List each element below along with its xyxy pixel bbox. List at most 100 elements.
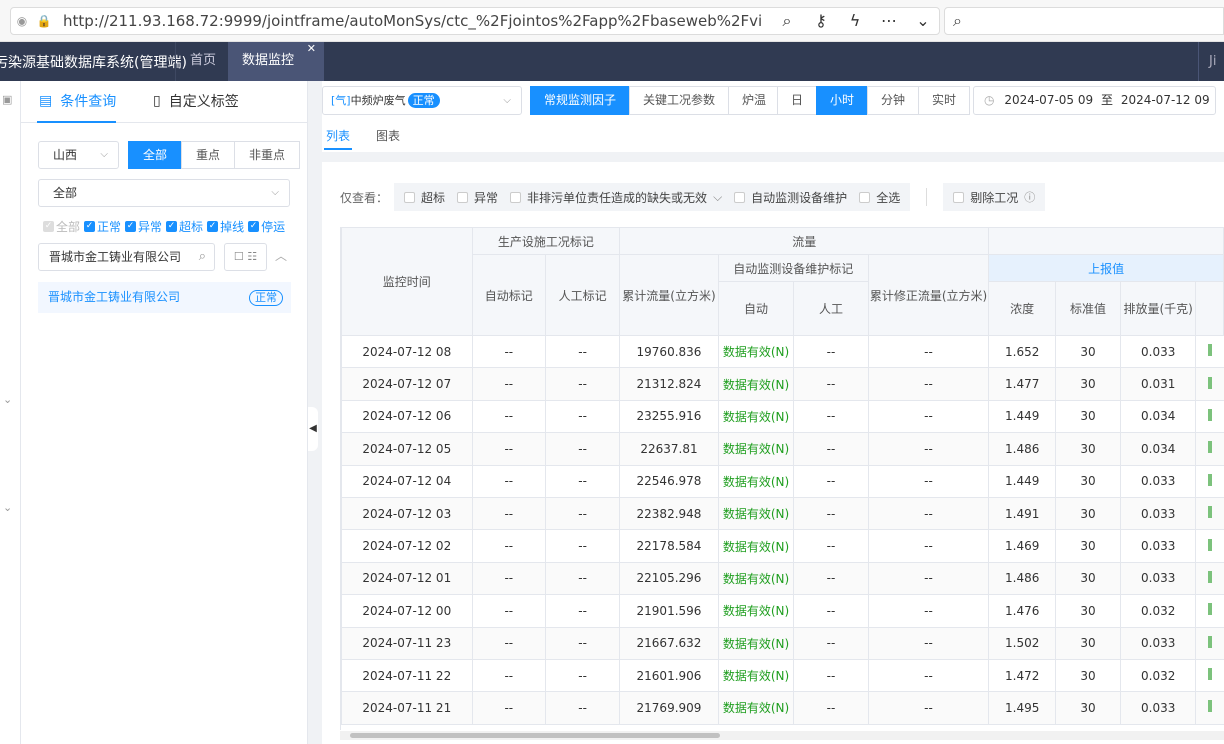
cell-conc: 1.652 (988, 334, 1056, 369)
cell-auto: -- (471, 367, 546, 401)
collapse-panel-handle[interactable]: ◀ (308, 407, 318, 451)
filter-options: 超标 异常 非排污单位责任造成的缺失或无效 ⌵ 自动监测设备维护 全选 (394, 183, 911, 211)
address-bar[interactable]: ◉ 🔒 http://211.93.168.72:9999/jointframe… (10, 7, 940, 35)
cell-conc: 1.477 (988, 367, 1056, 401)
browser-search-box[interactable]: ⌕ (944, 7, 1224, 35)
period-button-group: 日 小时 分钟 实时 (777, 86, 971, 115)
nav-user-label[interactable]: Ji (1198, 42, 1224, 81)
cell-std: 30 (1055, 432, 1121, 466)
period-minute-button[interactable]: 分钟 (867, 86, 920, 115)
chevron-down-icon[interactable]: ⌄ (3, 501, 12, 514)
search-icon[interactable]: ⌕ (199, 244, 206, 270)
scrollbar-thumb[interactable] (350, 733, 720, 738)
cell-more (1195, 594, 1224, 628)
exclude-condition-checkbox[interactable]: 剔除工况 ⓘ (953, 189, 1035, 206)
cell-m-auto: 数据有效(N) (717, 561, 795, 596)
cell-corr: -- (867, 658, 990, 693)
table-row[interactable]: 2024-07-11 22 -- -- 21601.906 数据有效(N) -- -- 1.4… (341, 658, 1224, 693)
browser-toolbar: ◉ 🔒 http://211.93.168.72:9999/jointframe… (0, 0, 1224, 42)
more-icon[interactable]: ⋯ (879, 11, 899, 31)
list-item[interactable]: 晋城市金工铸业有限公司 正常 (38, 282, 291, 313)
close-icon[interactable]: ✕ (307, 30, 316, 67)
furnace-temp-button[interactable]: 炉温 (728, 86, 781, 115)
table-row[interactable]: 2024-07-12 07 -- -- 21312.824 数据有效(N) -- -- 1.4… (341, 367, 1224, 401)
table-row[interactable]: 2024-07-12 05 -- -- 22637.81 数据有效(N) -- -- 1.48… (341, 432, 1224, 466)
focus-key-button[interactable]: 重点 (181, 141, 236, 169)
header-more (1195, 281, 1224, 336)
chevron-down-icon[interactable]: ⌵ (713, 190, 722, 205)
filter-maintenance-checkbox[interactable]: 自动监测设备维护 (734, 189, 847, 206)
cell-time: 2024-07-12 07 (341, 367, 473, 401)
header-blank (988, 227, 1224, 255)
cell-emission: 0.033 (1119, 464, 1197, 498)
cell-flow: 21601.906 (619, 658, 719, 693)
tab-condition-query[interactable]: ▤ 条件查询 (36, 91, 117, 123)
cell-m-auto: 数据有效(N) (717, 594, 795, 628)
status-offline-checkbox[interactable]: ✓ 掉线 (207, 218, 244, 235)
page-info-icon[interactable]: ◉ (11, 14, 33, 28)
cell-time: 2024-07-12 03 (341, 496, 473, 531)
chevron-down-icon[interactable]: ⌄ (913, 11, 933, 31)
cell-m-manual: -- (793, 432, 869, 466)
cell-manual: -- (544, 529, 621, 563)
filter-exceed-checkbox[interactable]: 超标 (404, 189, 445, 206)
filter-option-label: 超标 (421, 190, 446, 205)
cell-corr: -- (867, 464, 990, 498)
status-label: 正常 (97, 220, 122, 234)
key-icon[interactable]: ⚷ (811, 11, 831, 31)
cell-emission: 0.033 (1119, 561, 1197, 596)
tab-chart[interactable]: 图表 (376, 127, 400, 144)
outlet-select[interactable]: [气]中频炉废气 正常 ⌵ (322, 86, 522, 115)
status-normal-checkbox[interactable]: ✓ 正常 (84, 218, 121, 235)
tab-custom-tags[interactable]: ▯ 自定义标签 (153, 91, 239, 111)
cell-flow: 21901.596 (619, 594, 719, 628)
status-stopped-checkbox[interactable]: ✓ 停运 (248, 218, 285, 235)
table-row[interactable]: 2024-07-12 03 -- -- 22382.948 数据有效(N) -- -- 1.4… (341, 496, 1224, 531)
cell-manual: -- (544, 399, 621, 434)
period-realtime-button[interactable]: 实时 (918, 86, 971, 115)
chevron-up-icon[interactable]: ︿ (275, 247, 287, 264)
filter-select-all-checkbox[interactable]: 全选 (859, 189, 900, 206)
horizontal-scrollbar[interactable] (340, 731, 1224, 740)
menu-icon[interactable]: ▣ (2, 93, 12, 106)
tab-list[interactable]: 列表 (323, 127, 353, 150)
filter-missing-checkbox[interactable]: 非排污单位责任造成的缺失或无效 ⌵ (510, 189, 722, 206)
table-row[interactable]: 2024-07-11 23 -- -- 21667.632 数据有效(N) -- -- 1.5… (341, 626, 1224, 660)
tab-condition-query-label: 条件查询 (60, 94, 117, 110)
table-row[interactable]: 2024-07-12 06 -- -- 23255.916 数据有效(N) -- -- 1.4… (341, 399, 1224, 434)
status-abnormal-checkbox[interactable]: ✓ 异常 (125, 218, 162, 235)
table-row[interactable]: 2024-07-12 04 -- -- 22546.978 数据有效(N) -- -- 1.4… (341, 464, 1224, 498)
cell-manual: -- (544, 658, 621, 693)
focus-nonkey-button[interactable]: 非重点 (234, 141, 301, 169)
insecure-lock-icon[interactable]: 🔒 (33, 14, 55, 28)
region-select[interactable]: 山西 ⌵ (38, 141, 119, 169)
table-row[interactable]: 2024-07-12 01 -- -- 22105.296 数据有效(N) -- -- 1.4… (341, 561, 1224, 596)
date-range-picker[interactable]: ◷ 2024-07-05 09 至 2024-07-12 09 (973, 86, 1216, 115)
cell-std: 30 (1055, 658, 1121, 693)
tab-data-monitor[interactable]: 数据监控 ✕ (228, 42, 324, 81)
regular-factors-button[interactable]: 常规监测因子 (530, 86, 631, 115)
cell-manual: -- (544, 496, 621, 531)
chevron-down-icon[interactable]: ⌄ (3, 393, 12, 406)
key-params-button[interactable]: 关键工况参数 (629, 86, 730, 115)
help-icon[interactable]: ⓘ (1024, 189, 1035, 205)
lightning-icon[interactable]: ϟ (845, 11, 865, 31)
status-all-checkbox[interactable]: ✓ 全部 (43, 218, 80, 235)
cell-corr: -- (867, 626, 990, 660)
filter-abnormal-checkbox[interactable]: 异常 (457, 189, 498, 206)
status-exceed-checkbox[interactable]: ✓ 超标 (166, 218, 203, 235)
period-day-button[interactable]: 日 (777, 86, 818, 115)
zoom-icon[interactable]: ⌕ (777, 11, 797, 31)
url-text[interactable]: http://211.93.168.72:9999/jointframe/aut… (63, 12, 763, 30)
divider (322, 152, 1224, 162)
table-row[interactable]: 2024-07-12 00 -- -- 21901.596 数据有效(N) -- -- 1.4… (341, 594, 1224, 628)
focus-all-button[interactable]: 全部 (128, 141, 183, 169)
tab-home[interactable]: 首页 (175, 42, 230, 81)
company-search-input[interactable]: 晋城市金工铸业有限公司 ⌕ (38, 243, 215, 271)
table-row[interactable]: 2024-07-12 02 -- -- 22178.584 数据有效(N) -- -- 1.4… (341, 529, 1224, 563)
tree-toggle-button[interactable]: ☐ ☷ (224, 243, 267, 271)
type-select[interactable]: 全部 ⌵ (38, 179, 290, 207)
table-row[interactable]: 2024-07-12 08 -- -- 19760.836 数据有效(N) -- -- 1.6… (341, 334, 1224, 369)
period-hour-button[interactable]: 小时 (816, 86, 869, 115)
table-row[interactable]: 2024-07-11 21 -- -- 21769.909 数据有效(N) -- -- 1.4… (341, 691, 1224, 725)
